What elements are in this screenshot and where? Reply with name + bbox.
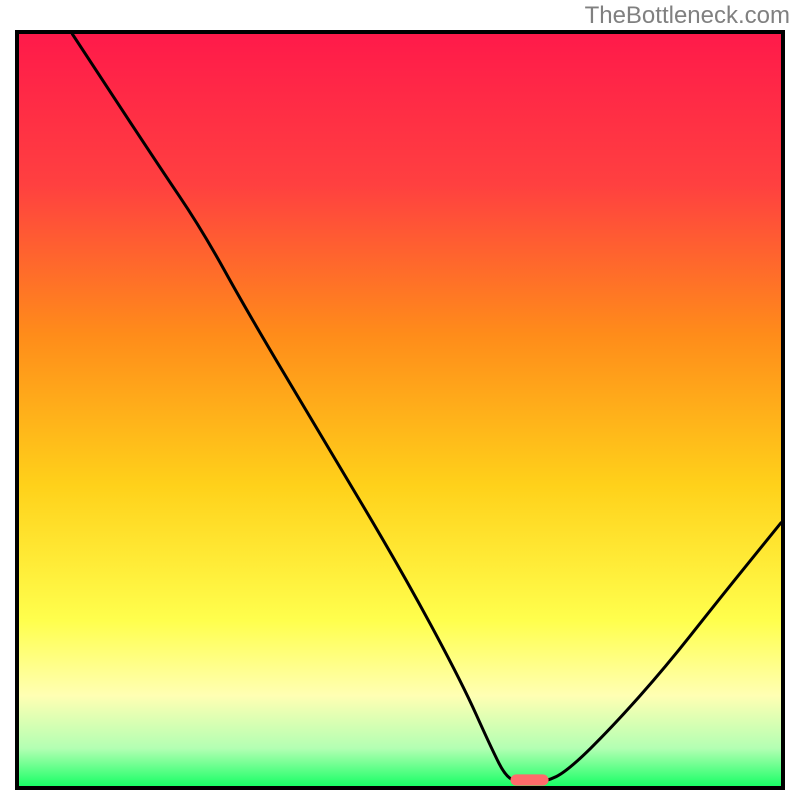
chart-svg [19,34,781,786]
watermark-text: TheBottleneck.com [585,2,790,30]
gradient-background [19,34,781,786]
chart-frame [15,30,785,790]
current-marker [510,774,548,785]
chart-plot-area [19,34,781,786]
